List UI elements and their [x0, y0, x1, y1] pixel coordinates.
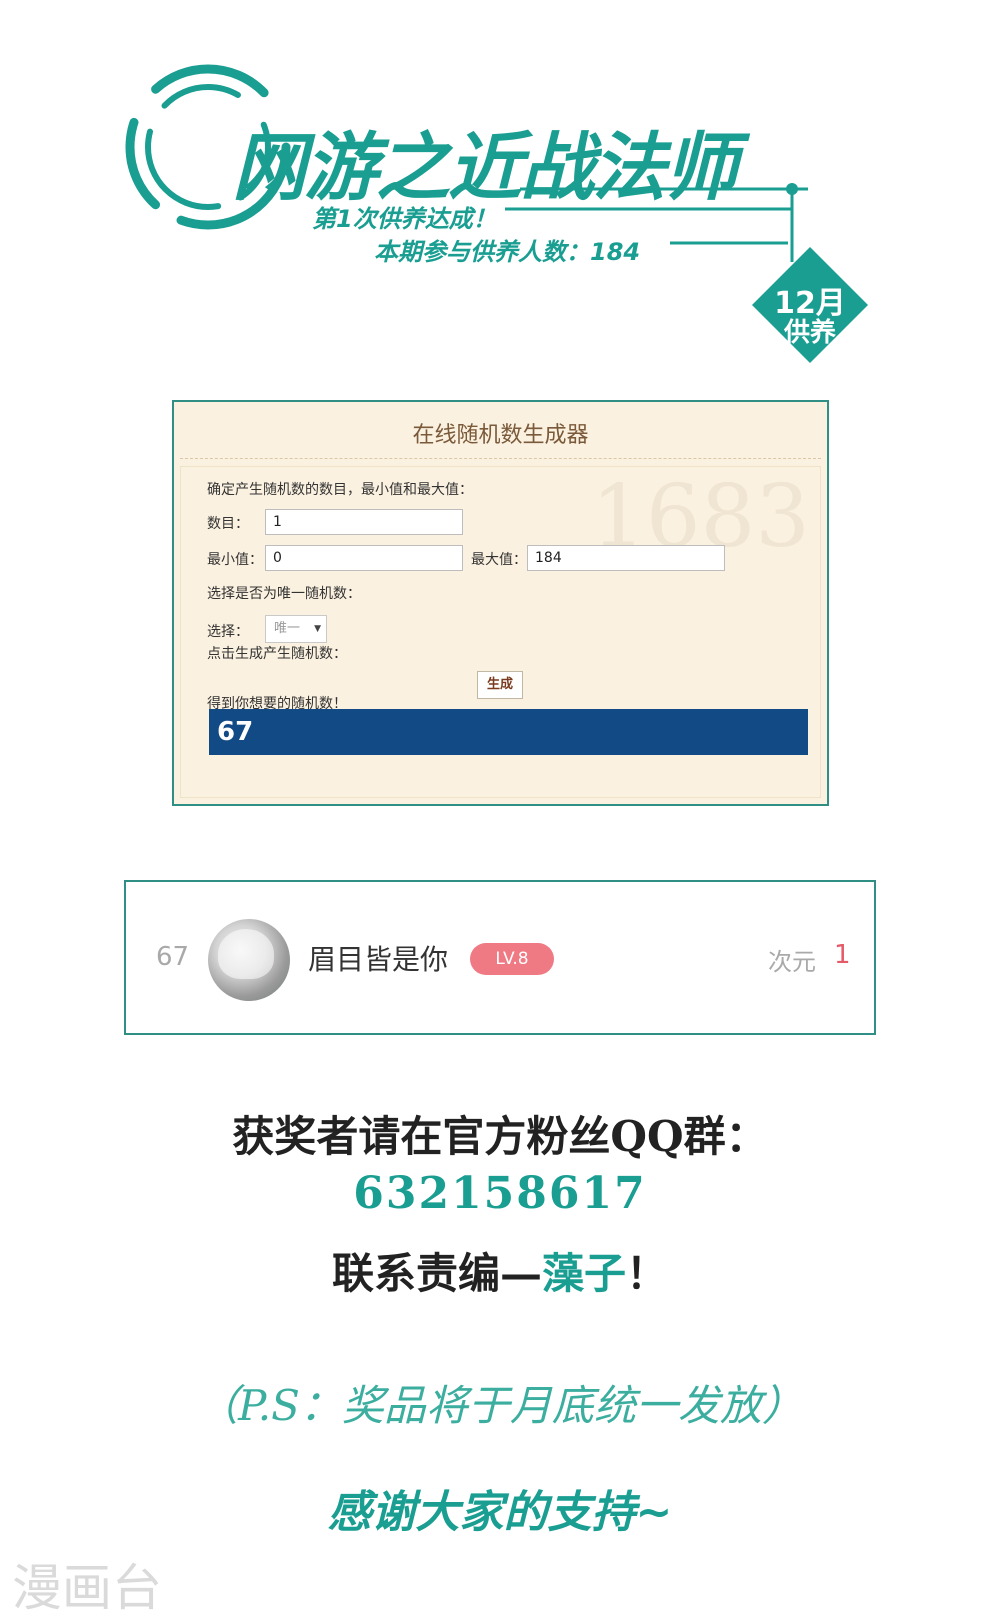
- currency-label: 次元: [768, 948, 816, 976]
- min-label: 最小值：: [207, 552, 263, 568]
- max-label: 最大值：: [471, 552, 527, 568]
- generator-title: 在线随机数生成器: [412, 423, 589, 448]
- avatar: [208, 919, 290, 1001]
- generator-header: 在线随机数生成器: [180, 408, 821, 459]
- generator-form: 1683 确定产生随机数的数目，最小值和最大值： 数目： 1 最小值： 0 最大…: [180, 466, 821, 798]
- instruction-text: 确定产生随机数的数目，最小值和最大值：: [207, 482, 473, 498]
- thanks-text: 感谢大家的支持~: [327, 1487, 673, 1538]
- chevron-down-icon: ▼: [314, 624, 321, 634]
- currency-value: 1: [834, 940, 851, 970]
- winner-username: 眉目皆是你: [308, 943, 449, 976]
- achievement-text: 第1次供养达成！: [312, 205, 497, 233]
- max-input[interactable]: 184: [527, 545, 725, 571]
- editor-name: 藻子: [541, 1249, 626, 1298]
- header-banner: 网游之近战法师 第1次供养达成！ 本期参与供养人数：184 12月 供养: [0, 0, 1000, 380]
- ps-note: （P.S：奖品将于月底统一发放）: [196, 1381, 804, 1430]
- participant-count: 本期参与供养人数：184: [374, 238, 641, 266]
- unique-select-value: 唯一: [274, 621, 301, 636]
- result-value: 67: [209, 709, 808, 755]
- announcement-line: 获奖者请在官方粉丝QQ群：: [232, 1112, 768, 1161]
- contact-editor-line: 联系责编—藻子！: [0, 1240, 1000, 1301]
- level-badge: LV.8: [470, 943, 554, 975]
- contact-suffix: ！: [626, 1249, 669, 1298]
- select-label: 选择：: [207, 624, 249, 640]
- contact-prefix: 联系责编—: [331, 1249, 542, 1298]
- unique-select[interactable]: 唯一 ▼: [265, 615, 327, 643]
- random-number-generator: 在线随机数生成器 1683 确定产生随机数的数目，最小值和最大值： 数目： 1 …: [172, 400, 829, 806]
- badge-label: 供养: [783, 318, 836, 348]
- winner-card: 67 眉目皆是你 LV.8 次元 1: [124, 880, 876, 1035]
- qq-group-number: 632158617: [353, 1168, 647, 1219]
- count-input[interactable]: 1: [265, 509, 463, 535]
- winner-rank: 67: [156, 942, 190, 972]
- unique-prompt: 选择是否为唯一随机数：: [207, 586, 361, 602]
- count-label: 数目：: [207, 516, 249, 532]
- avatar-figure-icon: [218, 929, 274, 979]
- min-input[interactable]: 0: [265, 545, 463, 571]
- site-watermark: 漫画台: [12, 1559, 162, 1617]
- click-prompt: 点击生成产生随机数：: [207, 646, 347, 662]
- generate-button[interactable]: 生成: [477, 671, 523, 699]
